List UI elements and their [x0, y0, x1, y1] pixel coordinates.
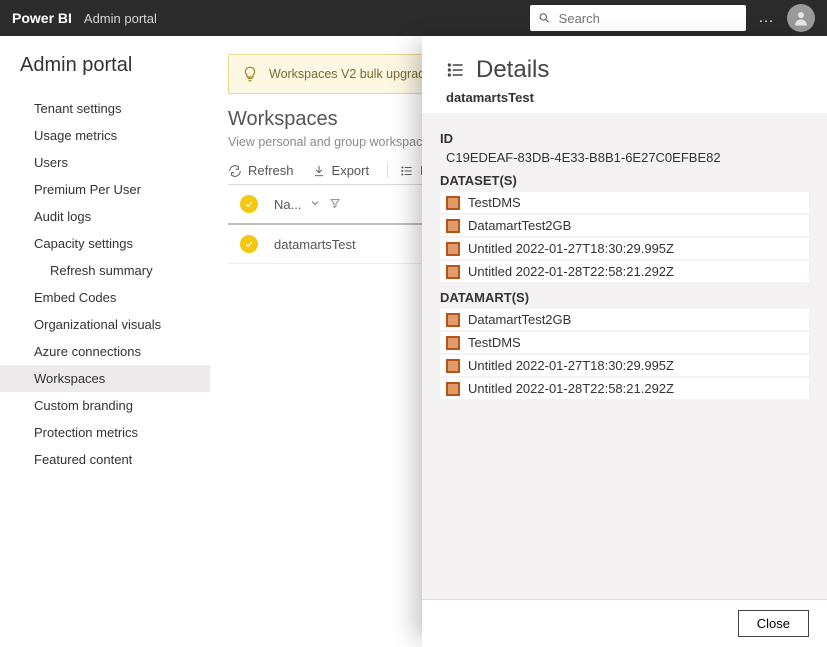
dataset-item[interactable]: Untitled 2022-01-27T18:30:29.995Z: [440, 238, 809, 259]
nav-item-users[interactable]: Users: [0, 149, 210, 176]
app-brand: Power BI: [12, 10, 72, 26]
row-name: datamartsTest: [274, 237, 434, 252]
list-icon: [400, 164, 414, 178]
dataset-icon: [446, 196, 460, 210]
details-list-icon: [446, 60, 466, 80]
dataset-icon: [446, 219, 460, 233]
search-input[interactable]: [557, 10, 738, 27]
close-button[interactable]: Close: [738, 610, 809, 637]
details-subtitle: datamartsTest: [446, 90, 803, 105]
nav-item-audit-logs[interactable]: Audit logs: [0, 203, 210, 230]
datamarts-label: DATAMART(S): [440, 290, 809, 305]
nav-item-workspaces[interactable]: Workspaces: [0, 365, 210, 392]
nav-item-usage-metrics[interactable]: Usage metrics: [0, 122, 210, 149]
datamart-item[interactable]: Untitled 2022-01-27T18:30:29.995Z: [440, 355, 809, 376]
datasets-label: DATASET(S): [440, 173, 809, 188]
download-icon: [312, 164, 326, 178]
id-value: C19EDEAF-83DB-4E33-B8B1-6E27C0EFBE82: [446, 150, 809, 165]
search-icon: [538, 11, 551, 25]
datamart-item[interactable]: TestDMS: [440, 332, 809, 353]
nav-item-organizational-visuals[interactable]: Organizational visuals: [0, 311, 210, 338]
dataset-icon: [446, 382, 460, 396]
sidebar: Admin portal Tenant settingsUsage metric…: [0, 36, 210, 647]
topbar: Power BI Admin portal …: [0, 0, 827, 36]
dataset-icon: [446, 242, 460, 256]
dataset-icon: [446, 336, 460, 350]
asset-name: Untitled 2022-01-27T18:30:29.995Z: [468, 358, 674, 373]
dataset-item[interactable]: TestDMS: [440, 192, 809, 213]
user-avatar[interactable]: [787, 4, 815, 32]
details-panel: Details datamartsTest ID C19EDEAF-83DB-4…: [422, 36, 827, 647]
dataset-icon: [446, 313, 460, 327]
datamart-item[interactable]: DatamartTest2GB: [440, 309, 809, 330]
refresh-button[interactable]: Refresh: [228, 163, 294, 178]
nav-item-capacity-settings[interactable]: Capacity settings: [0, 230, 210, 257]
asset-name: Untitled 2022-01-28T22:58:21.292Z: [468, 381, 674, 396]
global-search[interactable]: [530, 5, 746, 31]
nav-item-refresh-summary[interactable]: Refresh summary: [0, 257, 210, 284]
nav-item-protection-metrics[interactable]: Protection metrics: [0, 419, 210, 446]
nav-item-embed-codes[interactable]: Embed Codes: [0, 284, 210, 311]
overflow-menu-icon[interactable]: …: [758, 9, 775, 27]
asset-name: Untitled 2022-01-28T22:58:21.292Z: [468, 264, 674, 279]
dataset-item[interactable]: Untitled 2022-01-28T22:58:21.292Z: [440, 261, 809, 282]
asset-name: TestDMS: [468, 335, 521, 350]
filter-icon[interactable]: [329, 197, 341, 212]
nav-item-custom-branding[interactable]: Custom branding: [0, 392, 210, 419]
nav-item-premium-per-user[interactable]: Premium Per User: [0, 176, 210, 203]
sort-chevron-icon[interactable]: [309, 197, 321, 212]
dataset-icon: [446, 265, 460, 279]
breadcrumb: Admin portal: [84, 11, 157, 26]
nav-item-featured-content[interactable]: Featured content: [0, 446, 210, 473]
nav-item-azure-connections[interactable]: Azure connections: [0, 338, 210, 365]
asset-name: DatamartTest2GB: [468, 312, 571, 327]
asset-name: DatamartTest2GB: [468, 218, 571, 233]
nav-item-tenant-settings[interactable]: Tenant settings: [0, 95, 210, 122]
column-name-header[interactable]: Na...: [274, 197, 301, 212]
asset-name: TestDMS: [468, 195, 521, 210]
page-title: Admin portal: [20, 54, 210, 77]
export-button[interactable]: Export: [312, 163, 370, 178]
status-header-icon: [240, 195, 258, 213]
dataset-item[interactable]: DatamartTest2GB: [440, 215, 809, 236]
datamart-item[interactable]: Untitled 2022-01-28T22:58:21.292Z: [440, 378, 809, 399]
id-label: ID: [440, 131, 809, 146]
asset-name: Untitled 2022-01-27T18:30:29.995Z: [468, 241, 674, 256]
dataset-icon: [446, 359, 460, 373]
lightbulb-icon: [241, 65, 259, 83]
refresh-icon: [228, 164, 242, 178]
details-title: Details: [476, 56, 549, 84]
status-ok-icon: [240, 235, 258, 253]
